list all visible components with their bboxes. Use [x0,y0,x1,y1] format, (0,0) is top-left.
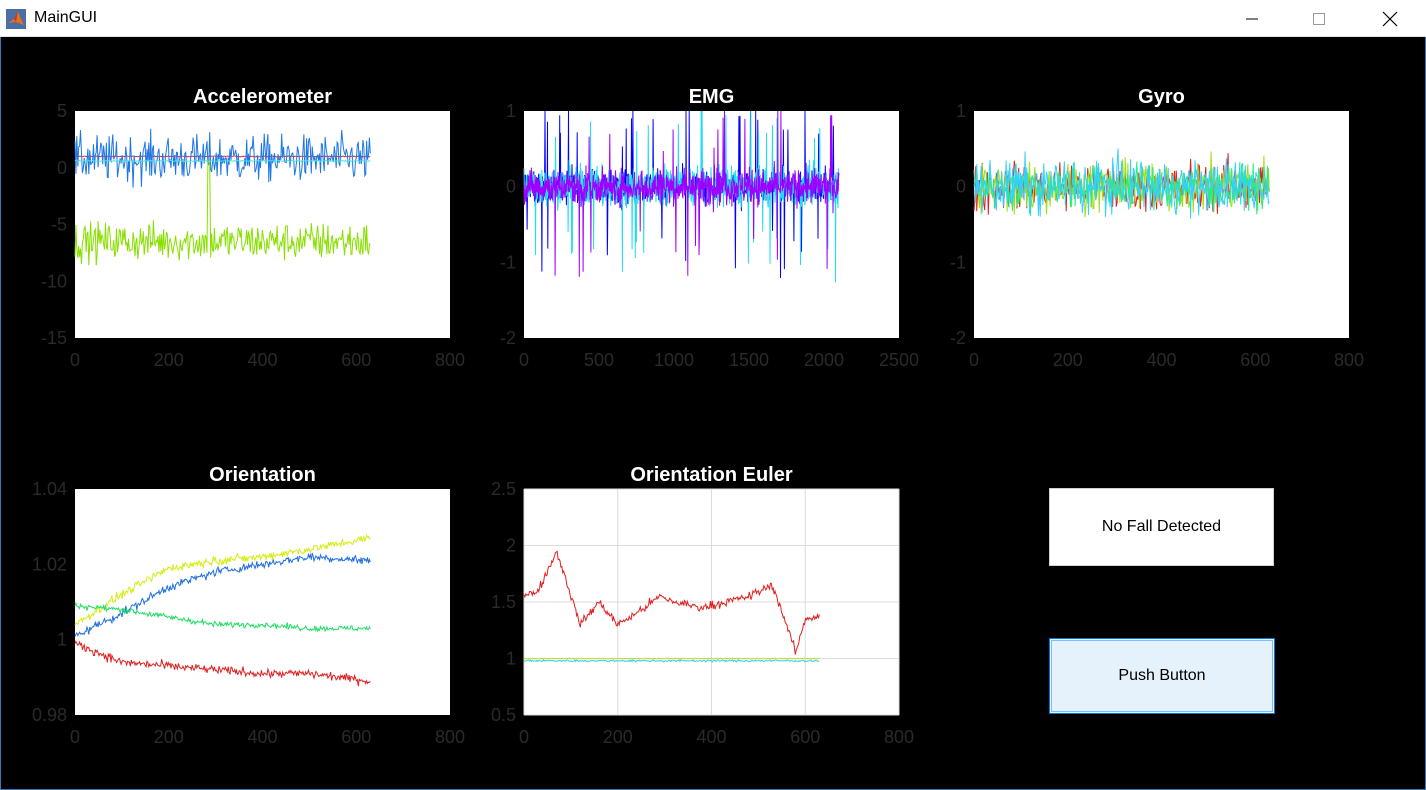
x-tick-label: 0 [70,350,80,370]
y-tick-label: 1 [57,630,67,650]
x-tick-label: 2500 [879,350,919,370]
chart-orientation-euler: Orientation Euler 0 200 400 600 800 2.5 2 1.5 1 0.… [491,464,914,747]
x-tick-label: 400 [247,727,277,747]
y-tick-label: -2 [500,328,516,348]
x-tick-label: 0 [969,350,979,370]
y-tick-label: 1 [506,101,516,121]
chart-accelerometer: Accelerometer 0 200 400 600 800 5 0 -5 -10 -15 [41,86,465,370]
x-tick-label: 800 [1334,350,1364,370]
x-tick-label: 1500 [729,350,769,370]
x-tick-label: 600 [1240,350,1270,370]
plot-area [524,111,899,338]
y-tick-label: -2 [950,328,966,348]
y-tick-label: -1 [500,252,516,272]
y-tick-label: -5 [51,215,67,235]
fall-status-display: No Fall Detected [1049,488,1274,566]
y-tick-label: 1.5 [491,592,516,612]
x-tick-label: 800 [884,727,914,747]
x-tick-label: 800 [435,350,465,370]
y-tick-label: 2.5 [491,479,516,499]
y-tick-label: 1.04 [32,479,67,499]
y-tick-label: 0.5 [491,705,516,725]
plot-area [75,111,450,338]
y-tick-label: 1 [956,101,966,121]
chart-gyro: Gyro 0 200 400 600 800 1 0 -1 -2 [950,86,1364,370]
x-tick-label: 400 [247,350,277,370]
x-tick-label: 200 [154,350,184,370]
y-tick-label: 1.02 [32,554,67,574]
chart-orientation: Orientation 0 200 400 600 800 1.04 1.02 1 0.98 [32,464,465,747]
x-tick-label: 200 [603,727,633,747]
y-tick-label: 0 [956,177,966,197]
y-tick-label: 1 [506,649,516,669]
x-tick-label: 500 [584,350,614,370]
y-tick-label: 5 [57,101,67,121]
x-tick-label: 600 [790,727,820,747]
y-tick-label: 0 [506,177,516,197]
chart-title: Orientation [209,464,316,486]
y-tick-label: 0 [57,158,67,178]
x-tick-label: 0 [519,350,529,370]
plot-area [974,111,1349,338]
x-tick-label: 400 [696,727,726,747]
chart-emg: EMG 0 500 1000 1500 2000 2500 1 0 -1 -2 [500,86,919,370]
x-tick-label: 200 [154,727,184,747]
y-tick-label: -1 [950,252,966,272]
x-tick-label: 600 [341,350,371,370]
push-button[interactable]: Push Button [1049,638,1275,714]
x-tick-label: 0 [70,727,80,747]
chart-title: Accelerometer [193,86,332,108]
x-tick-label: 200 [1053,350,1083,370]
x-tick-label: 2000 [804,350,844,370]
x-tick-label: 400 [1146,350,1176,370]
x-tick-label: 800 [435,727,465,747]
chart-title: Orientation Euler [630,464,792,486]
y-tick-label: 2 [506,536,516,556]
y-tick-label: -10 [41,271,67,291]
x-tick-label: 0 [519,727,529,747]
y-tick-label: 0.98 [32,705,67,725]
x-tick-label: 1000 [654,350,694,370]
y-tick-label: -15 [41,328,67,348]
chart-title: EMG [689,86,735,108]
plot-area [75,489,450,715]
chart-title: Gyro [1138,86,1185,108]
x-tick-label: 600 [341,727,371,747]
